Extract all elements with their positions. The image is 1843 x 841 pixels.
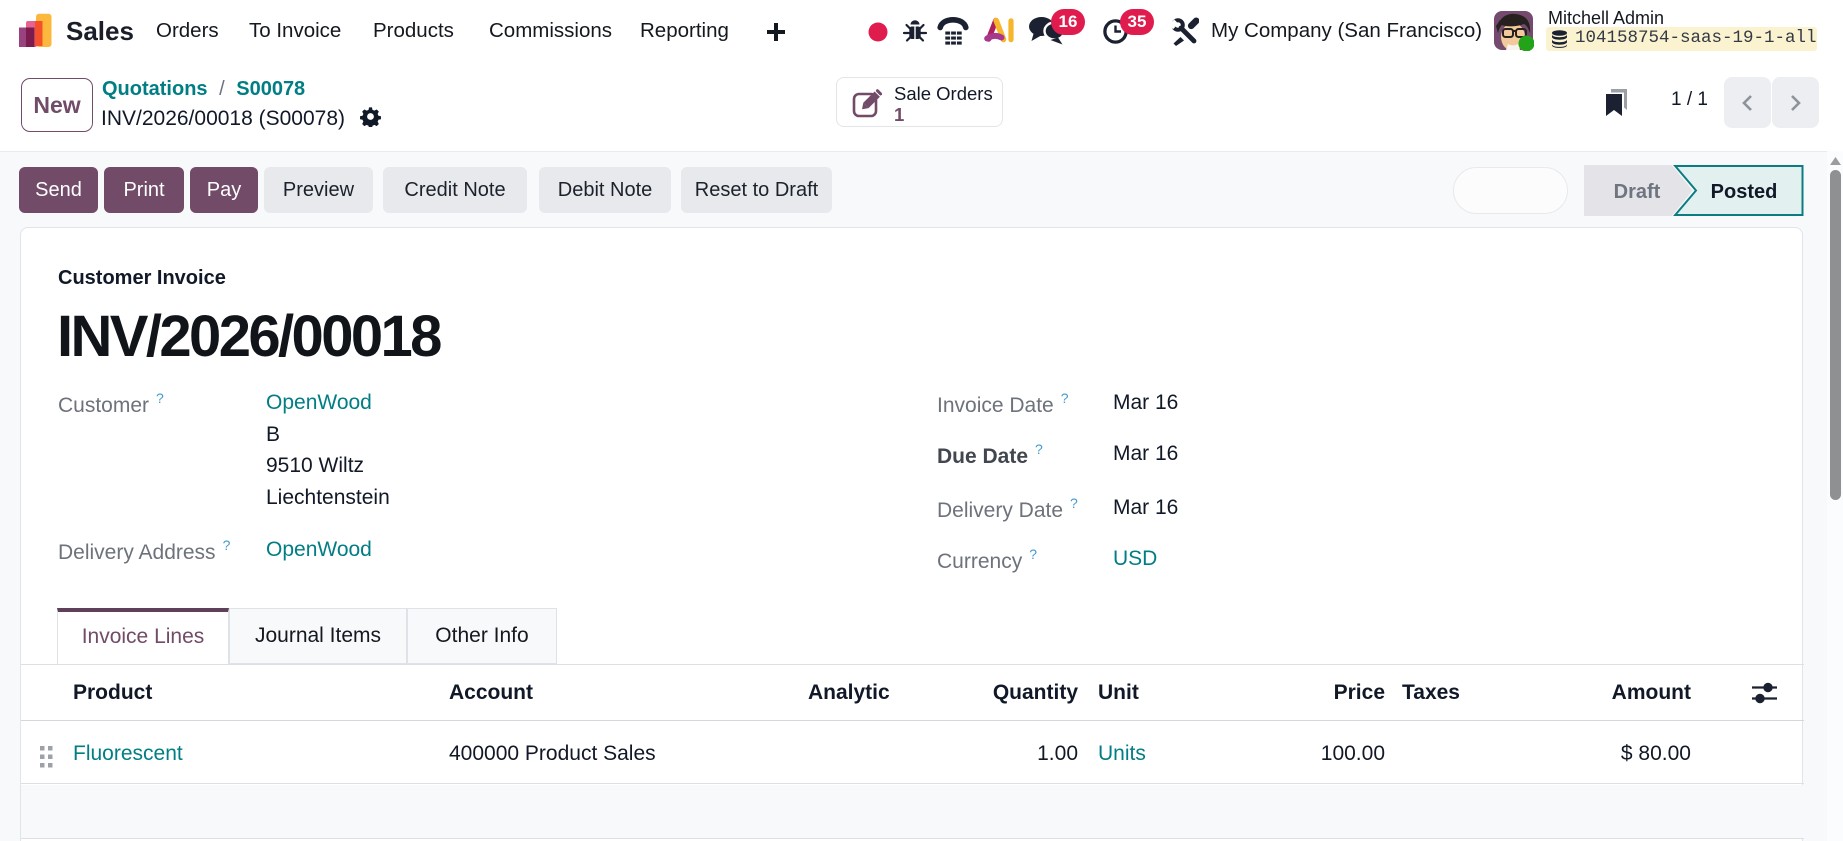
- svg-text:Draft: Draft: [1614, 181, 1661, 203]
- svg-text:Posted: Posted: [1711, 181, 1778, 203]
